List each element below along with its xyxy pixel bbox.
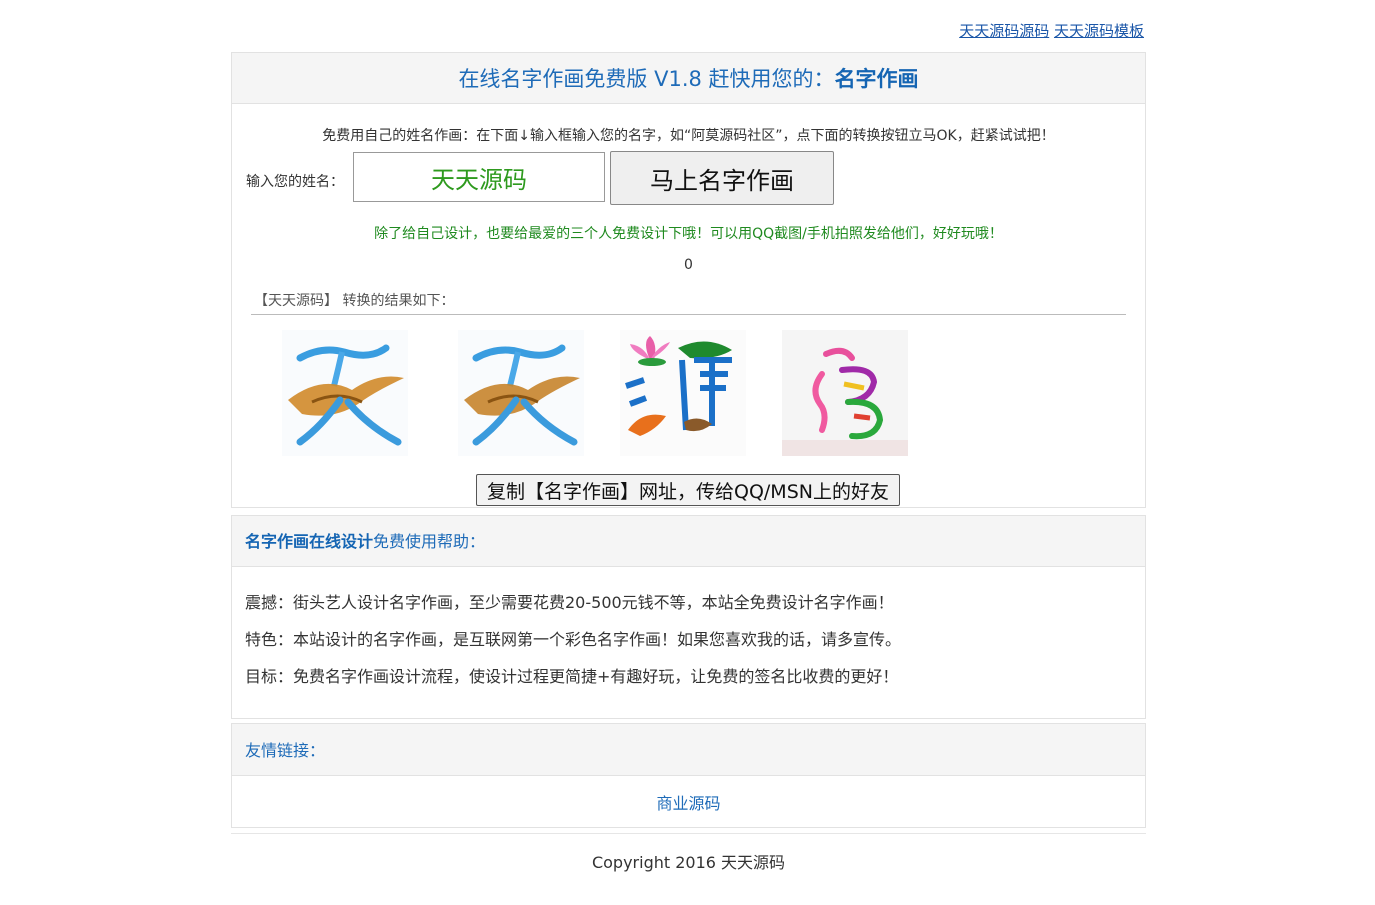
top-link-template[interactable]: 天天源码模板 [1054,22,1144,40]
help-line-2: 特色：本站设计的名字作画，是互联网第一个彩色名字作画！如果您喜欢我的话，请多宣传… [245,630,902,649]
help-title: 名字作画在线设计免费使用帮助： [232,516,1145,567]
art-tile-3: 源 [620,330,746,456]
name-input[interactable] [353,152,605,202]
art-tile-4: 码 [782,330,908,456]
name-label: 输入您的姓名： [246,174,344,190]
help-title-rest: 免费使用帮助： [373,532,486,551]
help-line-3: 目标：免费名字作画设计流程，使设计过程更简捷+有趣好玩，让免费的签名比收费的更好… [245,667,899,686]
convert-button[interactable]: 马上名字作画 [610,151,834,205]
help-line-1: 震撼：街头艺人设计名字作画，至少需要花费20-500元钱不等，本站全免费设计名字… [245,593,894,612]
help-title-strong: 名字作画在线设计 [245,532,374,551]
share-hint: 除了给自己设计，也要给最爱的三个人免费设计下哦！可以用QQ截图/手机拍照发给他们… [374,226,1003,242]
intro-text: 免费用自己的姓名作画：在下面↓输入框输入您的名字，如“阿莫源码社区”，点下面的转… [322,128,1055,144]
friend-links-list: 商业源码 [232,790,1145,814]
top-links: 天天源码源码 天天源码模板 [959,20,1144,41]
divider [251,314,1126,315]
copyright: Copyright 2016 天天源码 [591,853,786,872]
help-panel: 名字作画在线设计免费使用帮助： 震撼：街头艺人设计名字作画，至少需要花费20-5… [231,515,1146,719]
art-tile-1: 天 [282,330,408,456]
friend-links-title: 友情链接： [232,724,1145,776]
visit-count: 0 [684,257,693,273]
result-label: 【天天源码】 转换的结果如下： [254,293,455,309]
title-prefix: 在线名字作画免费版 V1.8 赶快用您的： [458,67,835,91]
friend-link-business-source[interactable]: 商业源码 [656,794,720,813]
top-link-source[interactable]: 天天源码源码 [959,22,1049,40]
title-strong: 名字作画 [834,67,919,91]
art-tile-2: 天 [458,330,584,456]
name-art-panel: 在线名字作画免费版 V1.8 赶快用您的：名字作画 免费用自己的姓名作画：在下面… [231,52,1146,508]
page-title: 在线名字作画免费版 V1.8 赶快用您的：名字作画 [232,53,1145,104]
friend-links-panel: 友情链接： 商业源码 [231,723,1146,828]
footer-divider [231,833,1146,834]
copy-url-button[interactable]: 复制【名字作画】网址，传给QQ/MSN上的好友 [476,474,900,506]
